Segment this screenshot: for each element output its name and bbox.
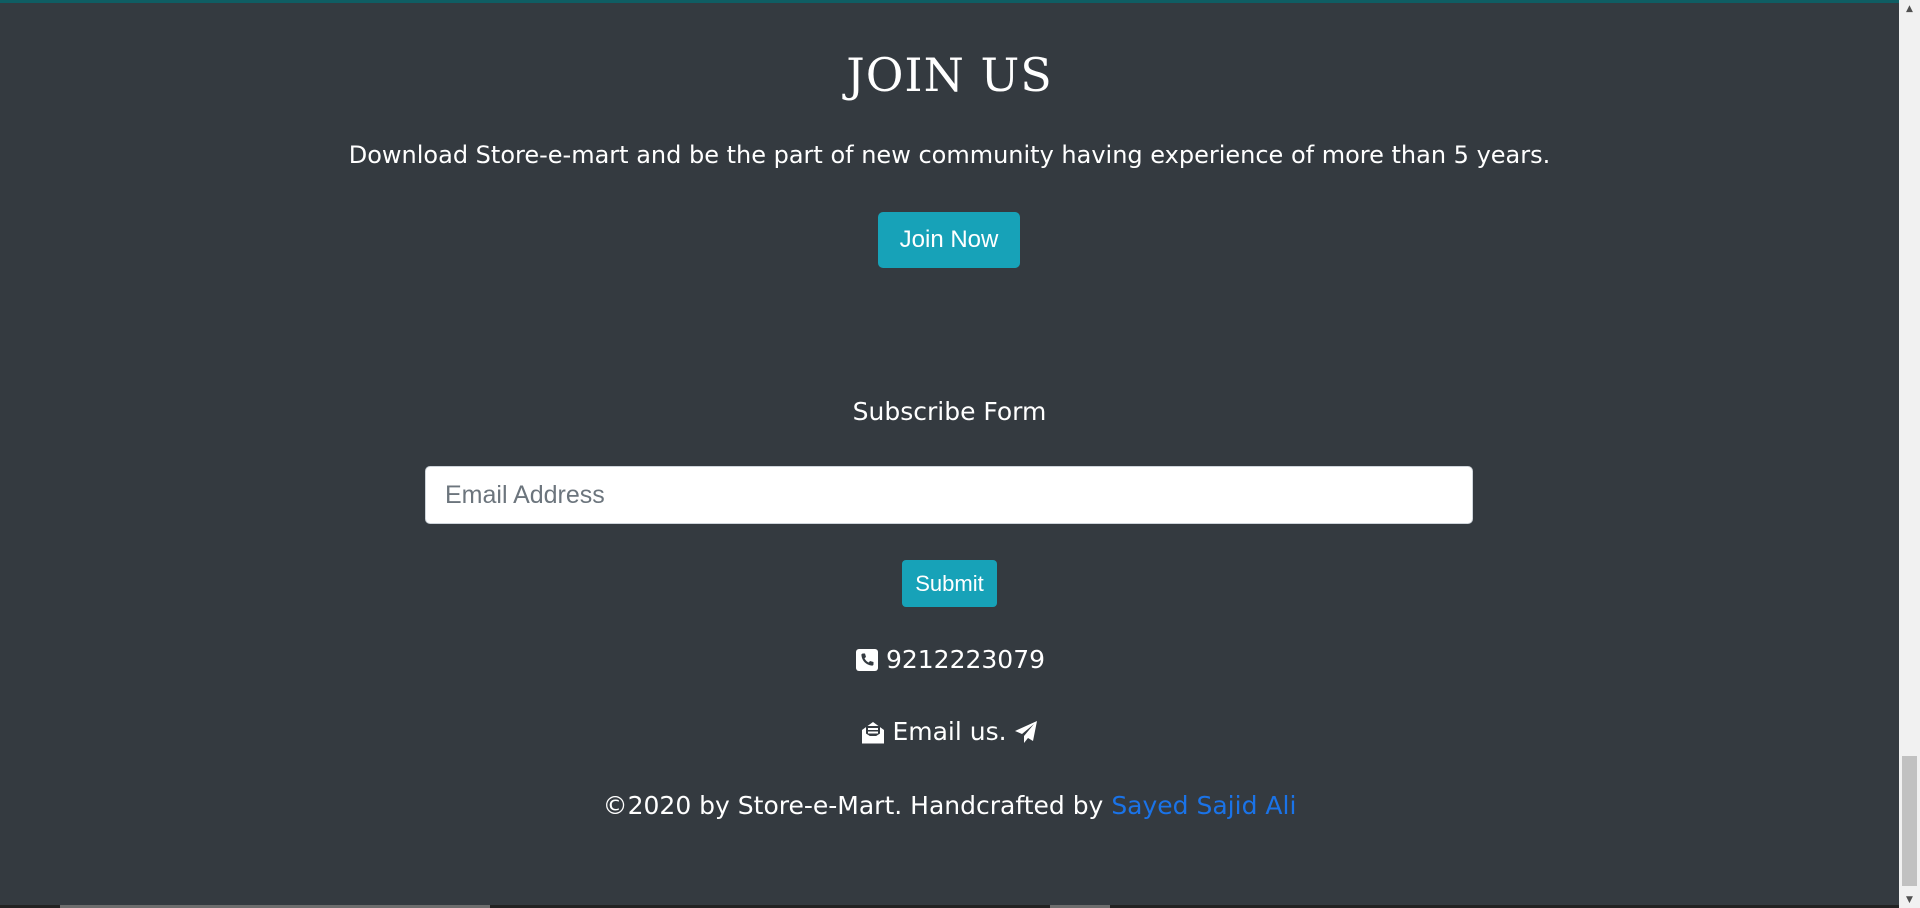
email-contact[interactable]: Email us. [0,717,1899,746]
email-us-link[interactable]: Email us. [892,717,1006,746]
scroll-down-arrow-icon[interactable]: ▼ [1899,891,1920,908]
page: JOIN US Download Store-e-mart and be the… [0,0,1899,908]
scroll-up-arrow-icon[interactable]: ▲ [1899,0,1920,17]
author-link[interactable]: Sayed Sajid Ali [1111,791,1296,820]
copyright-text: ©2020 by Store-e-Mart. Handcrafted by Sa… [0,791,1899,820]
phone-contact: 9212223079 [0,645,1899,674]
subscribe-form-title: Subscribe Form [852,397,1047,426]
top-accent-bar [0,0,1899,3]
vertical-scrollbar[interactable]: ▲ ▼ [1899,0,1920,908]
join-us-description: Download Store-e-mart and be the part of… [348,141,1551,169]
phone-icon [854,647,880,673]
phone-number: 9212223079 [885,645,1046,674]
envelope-open-icon [860,719,886,745]
email-address-input[interactable] [425,466,1473,524]
join-us-title: JOIN US [846,48,1053,102]
submit-button[interactable]: Submit [902,560,997,607]
join-now-button[interactable]: Join Now [878,212,1020,268]
copyright-label: ©2020 by Store-e-Mart. Handcrafted by [602,791,1112,820]
scrollbar-thumb[interactable] [1902,756,1917,886]
paper-plane-icon[interactable] [1013,719,1039,745]
